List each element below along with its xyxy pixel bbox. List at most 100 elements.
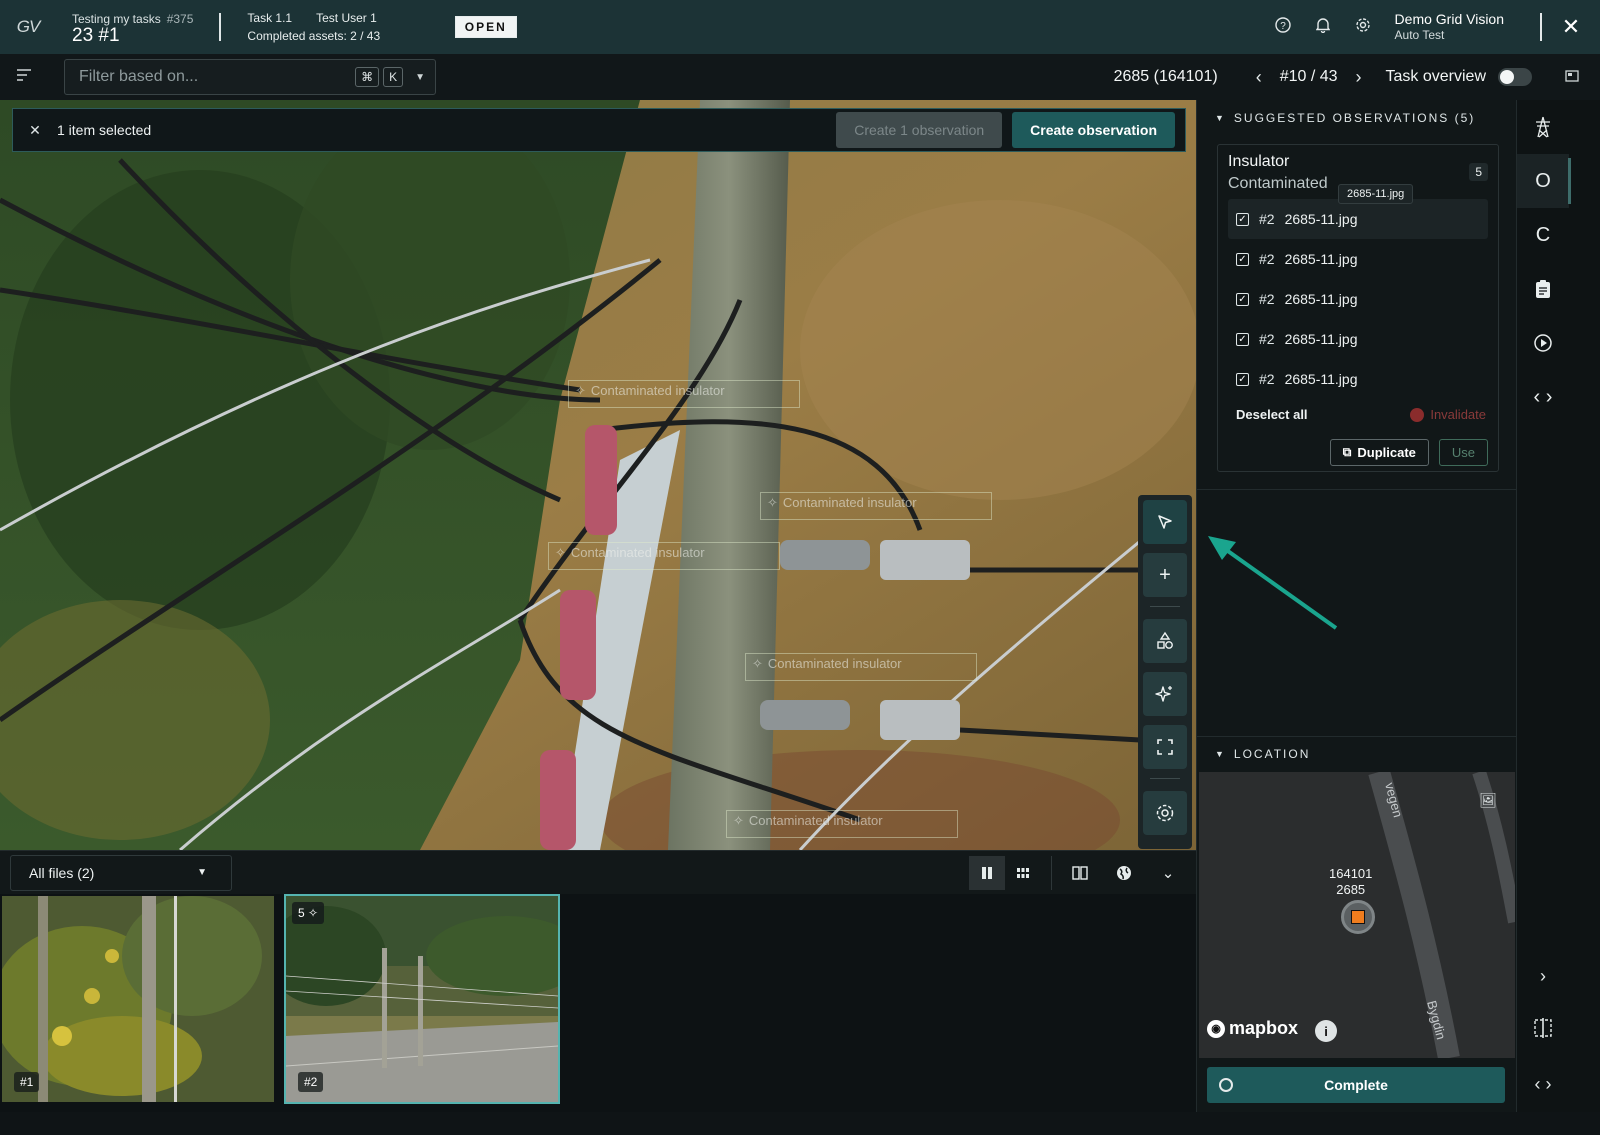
observations-tab[interactable]: O	[1517, 154, 1571, 208]
create-observation-button[interactable]: Create observation	[1012, 112, 1175, 148]
deselect-all-button[interactable]: Deselect all	[1236, 407, 1308, 422]
task-info: Task 1.1 Test User 1 Completed assets: 2 …	[247, 9, 400, 45]
history-icon[interactable]	[1517, 316, 1569, 370]
thumbnail-image	[2, 896, 274, 1102]
image-viewer[interactable]: ✕ 1 item selected Create 1 observation C…	[0, 100, 1196, 850]
grid-view-icon[interactable]	[1005, 856, 1041, 890]
location-map[interactable]: vegen Bygdin 🖼 164101 2685 ◉ mapbox i	[1199, 772, 1515, 1058]
invalidate-button[interactable]: Invalidate	[1410, 407, 1486, 422]
duplicate-button[interactable]: ⧉ Duplicate	[1329, 439, 1429, 466]
project-name: Testing my tasks	[72, 11, 161, 26]
filter-input[interactable]: Filter based on... ⌘ K ▼	[64, 59, 436, 95]
divider	[1150, 778, 1180, 779]
select-tool-icon[interactable]	[1143, 500, 1187, 544]
clipboard-icon[interactable]	[1517, 262, 1569, 316]
use-button[interactable]: Use	[1438, 439, 1488, 466]
org-name: Demo Grid Vision	[1394, 11, 1504, 27]
checkbox-icon[interactable]: ✓	[1236, 252, 1249, 266]
chevron-left-icon[interactable]: ‹	[1256, 67, 1262, 88]
filmstrip: #1 5 ✧ #2	[0, 894, 1196, 1112]
add-icon[interactable]: +	[1143, 553, 1187, 597]
sparkle-icon: ✧	[555, 545, 566, 560]
mapbox-icon: ◉	[1207, 1019, 1225, 1038]
location-header[interactable]: ▼ LOCATION	[1197, 736, 1310, 772]
panel-layout-icon[interactable]	[1544, 69, 1600, 85]
asset-position: #10 / 43	[1279, 68, 1338, 85]
chevron-right-icon[interactable]: ›	[1517, 966, 1569, 987]
file-filter-select[interactable]: All files (2) ▼	[10, 854, 232, 891]
annotation-box[interactable]: ✧ Contaminated insulator	[726, 810, 958, 838]
observation-subtitle: Contaminated	[1228, 175, 1328, 192]
sparkle-icon: ✧	[575, 383, 586, 398]
observation-count: 5	[1469, 163, 1488, 181]
satellite-toggle-icon[interactable]: 🖼	[1479, 792, 1497, 809]
code-icon[interactable]: ‹ ›	[1517, 1074, 1569, 1095]
mapbox-logo: ◉ mapbox	[1207, 1018, 1298, 1039]
help-icon[interactable]: ?	[1263, 16, 1303, 38]
annotation-arrow	[1208, 536, 1338, 630]
divider	[1150, 606, 1180, 607]
globe-icon[interactable]	[1106, 856, 1142, 890]
gear-icon[interactable]	[1343, 17, 1383, 38]
tower-icon[interactable]	[1517, 100, 1569, 154]
sparkle-icon: ✧	[767, 495, 778, 510]
single-view-icon[interactable]	[969, 855, 1005, 890]
bell-icon[interactable]	[1303, 17, 1343, 38]
file-row[interactable]: ✓ #2 2685-11.jpg	[1228, 239, 1488, 279]
annotation-box[interactable]: ✧ Contaminated insulator	[745, 653, 977, 681]
checkbox-icon[interactable]: ✓	[1236, 332, 1249, 346]
settings-icon[interactable]	[1143, 791, 1187, 835]
task-overview-label: Task overview	[1385, 68, 1486, 85]
annotation-box[interactable]: ✧ Contaminated insulator	[568, 380, 800, 408]
chevron-right-icon[interactable]: ›	[1356, 67, 1362, 88]
ai-sparkle-icon[interactable]	[1143, 672, 1187, 716]
shapes-icon[interactable]	[1143, 619, 1187, 663]
shortcut-key: K	[383, 67, 404, 87]
checkbox-icon[interactable]: ✓	[1236, 292, 1249, 306]
file-list: ✓ #2 2685-11.jpg ✓ #2 2685-11.jpg ✓ #2 2685-11…	[1228, 199, 1488, 399]
checkbox-icon[interactable]: ✓	[1236, 372, 1249, 386]
filter-icon[interactable]	[0, 68, 48, 86]
checkbox-icon[interactable]: ✓	[1236, 212, 1249, 226]
app-logo[interactable]: GV	[0, 17, 56, 37]
task-number: 23 #1	[72, 24, 120, 46]
thumbnail-image	[286, 896, 558, 1102]
split-view-icon[interactable]	[1517, 1018, 1569, 1038]
inspection-photo	[0, 100, 1196, 850]
asset-id: 2685 (164101)	[1113, 68, 1218, 85]
observation-title: Insulator	[1228, 153, 1290, 170]
annotation-box[interactable]: ✧ Contaminated insulator	[548, 542, 780, 570]
user-menu[interactable]: Demo Grid Vision Auto Test	[1395, 11, 1504, 43]
info-icon[interactable]: i	[1315, 1020, 1337, 1042]
ai-count-badge: 5 ✧	[292, 902, 325, 924]
complete-button[interactable]: Complete	[1207, 1067, 1505, 1103]
chevron-down-icon[interactable]: ⌄	[1150, 856, 1186, 890]
circle-icon	[1219, 1078, 1233, 1092]
file-row[interactable]: ✓ #2 2685-11.jpg	[1228, 359, 1488, 399]
thumbnail-1[interactable]: #1	[2, 896, 274, 1102]
asset-toolbar: Filter based on... ⌘ K ▼ 2685 (164101) ‹…	[0, 54, 1600, 100]
selection-count: 1 item selected	[57, 122, 152, 138]
sparkle-icon: ✧	[752, 656, 763, 671]
fullscreen-icon[interactable]	[1143, 725, 1187, 769]
asset-map-label: 164101 2685	[1329, 866, 1373, 897]
close-icon[interactable]: ✕	[1540, 13, 1600, 41]
code-icon[interactable]: ‹ ›	[1517, 370, 1569, 424]
create-one-observation-button[interactable]: Create 1 observation	[836, 112, 1003, 148]
compare-view-icon[interactable]	[1062, 856, 1098, 890]
thumbnail-2[interactable]: 5 ✧ #2	[284, 894, 560, 1104]
file-row[interactable]: ✓ #2 2685-11.jpg	[1228, 319, 1488, 359]
task-overview-toggle[interactable]	[1498, 68, 1532, 86]
project-info: Testing my tasks #375 23 #1	[72, 11, 193, 46]
sparkle-icon: ✧	[733, 813, 744, 828]
file-row[interactable]: ✓ #2 2685-11.jpg	[1228, 199, 1488, 239]
annotation-box[interactable]: ✧ Contaminated insulator	[760, 492, 992, 520]
comments-tab[interactable]: C	[1517, 208, 1569, 262]
asset-marker[interactable]	[1341, 900, 1375, 934]
chevron-down-icon[interactable]: ▼	[415, 72, 425, 83]
user-role: Auto Test	[1394, 28, 1445, 42]
right-rail: O C ‹ › › ‹ ›	[1516, 100, 1600, 1112]
file-row[interactable]: ✓ #2 2685-11.jpg	[1228, 279, 1488, 319]
suggested-observations-header[interactable]: ▼ SUGGESTED OBSERVATIONS (5)	[1197, 100, 1516, 136]
clear-selection-icon[interactable]: ✕	[13, 122, 57, 139]
